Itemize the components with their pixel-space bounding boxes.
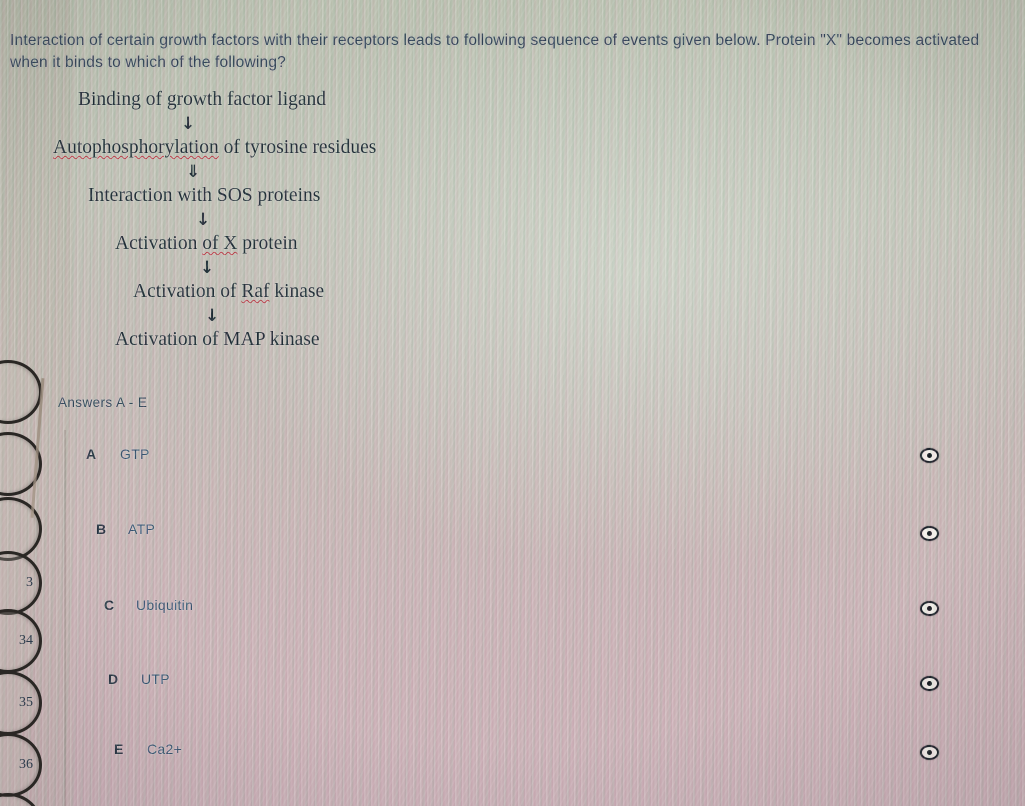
answer-option-b[interactable]: B ATP (0, 521, 1025, 547)
photographed-screen: Interaction of certain growth factors wi… (0, 0, 1025, 806)
cascade-step-text: protein (237, 233, 298, 254)
cascade-step: Interaction with SOS proteins (0, 184, 520, 208)
page-fold-line (64, 430, 66, 806)
cascade-step-text: kinase (269, 281, 325, 302)
option-text: UTP (141, 671, 170, 687)
binding-hole-number: 34 (19, 633, 33, 648)
binding-hole-number: 3 (26, 575, 33, 590)
down-arrow-icon: ↓ (200, 258, 215, 278)
spellcheck-underlined-word: of X (202, 233, 238, 254)
question-stem: Interaction of certain growth factors wi… (10, 32, 980, 71)
cascade-step: Binding of growth factor ligand (0, 88, 520, 112)
answer-option-d[interactable]: D UTP (0, 671, 1025, 697)
answer-option-e[interactable]: E Ca2+ (0, 741, 1025, 767)
cascade-step: Autophosphorylation of tyrosine residues (0, 136, 520, 160)
binding-hole-number: 36 (19, 757, 33, 772)
cascade-step-text: Interaction with SOS proteins (88, 185, 321, 206)
quiz-content: Interaction of certain growth factors wi… (0, 0, 1025, 806)
answers-label: Answers A - E (58, 395, 148, 410)
option-letter: B (96, 521, 107, 537)
signaling-cascade-diagram: Binding of growth factor ligand ↓ Autophos… (0, 88, 520, 352)
cascade-step: Activation of Raf kinase (0, 280, 520, 304)
cascade-step-text: of tyrosine residues (218, 137, 377, 158)
option-text: GTP (120, 446, 150, 462)
binding-hole-number: 35 (19, 695, 33, 710)
answer-option-a[interactable]: A GTP (0, 446, 1025, 472)
answer-option-c[interactable]: C Ubiquitin (0, 597, 1025, 623)
option-radio-icon[interactable] (920, 601, 939, 616)
option-letter: D (108, 671, 119, 687)
down-arrow-icon: ↓ (196, 210, 211, 230)
option-letter: E (114, 741, 124, 757)
option-radio-icon[interactable] (920, 676, 939, 691)
option-text: Ca2+ (147, 741, 183, 757)
cascade-step: Activation of MAP kinase (0, 328, 520, 352)
down-arrow-icon: ⇓ (186, 162, 201, 182)
option-radio-icon[interactable] (920, 745, 939, 760)
cascade-step: Activation of X protein (0, 232, 520, 256)
cascade-step-text: Activation of MAP kinase (115, 329, 320, 350)
option-radio-icon[interactable] (920, 448, 939, 463)
down-arrow-icon: ↓ (205, 306, 220, 326)
option-radio-icon[interactable] (920, 526, 939, 541)
down-arrow-icon: ↓ (181, 114, 196, 134)
cascade-step-text: Activation of (133, 281, 242, 302)
option-text: Ubiquitin (136, 597, 194, 613)
spellcheck-underlined-word: Autophosphorylation (53, 137, 219, 158)
cascade-step-text: Binding of growth factor ligand (78, 89, 327, 110)
spellcheck-underlined-word: Raf (241, 281, 270, 302)
option-text: ATP (128, 521, 156, 537)
option-letter: A (86, 446, 97, 462)
cascade-step-text: Activation (115, 233, 203, 254)
option-letter: C (104, 597, 115, 613)
